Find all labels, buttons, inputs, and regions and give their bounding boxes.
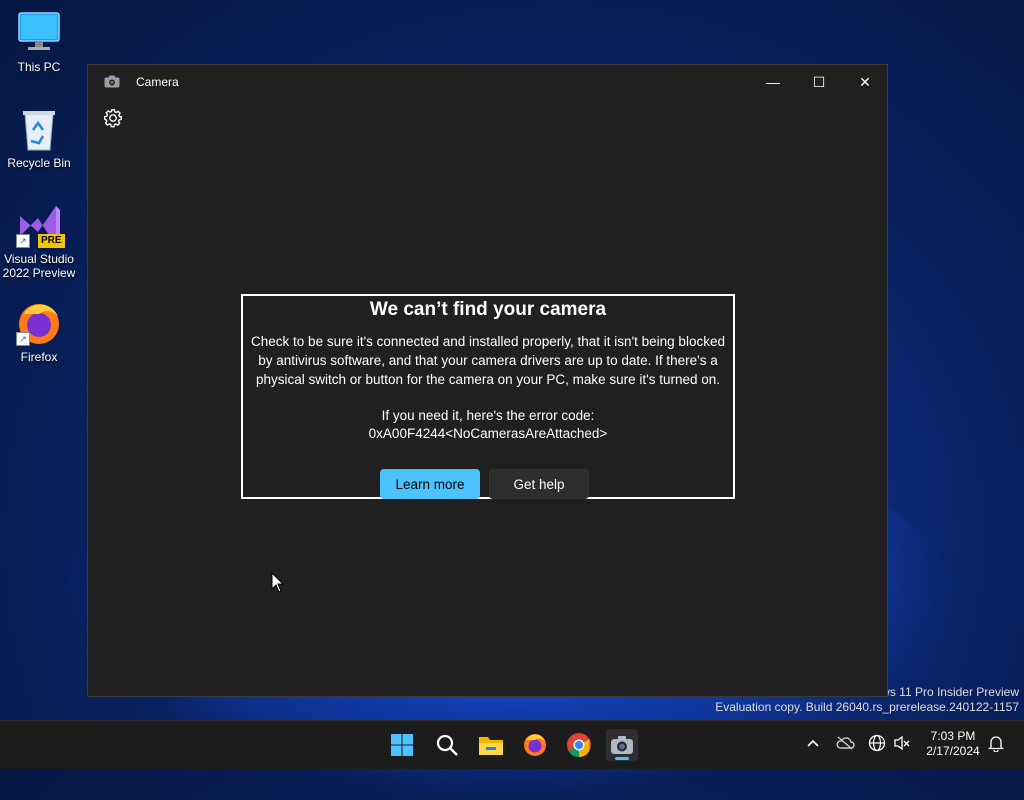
notification-bell-icon[interactable] xyxy=(986,733,1006,753)
desktop-icon-label: 2022 Preview xyxy=(2,266,76,280)
close-button[interactable]: ✕ xyxy=(842,65,888,99)
learn-more-button[interactable]: Learn more xyxy=(380,469,480,499)
show-hidden-icons-chevron-icon[interactable] xyxy=(803,733,823,753)
camera-error-dialog: We can’t find your camera Check to be su… xyxy=(241,294,735,499)
clock-date: 2/17/2024 xyxy=(926,744,980,758)
firefox-icon: ↗ xyxy=(16,300,62,346)
taskbar: 7:03 PM 2/17/2024 xyxy=(0,720,1024,769)
visual-studio-icon: PRE ↗ xyxy=(16,202,65,248)
error-code: 0xA00F4244<NoCamerasAreAttached> xyxy=(368,426,608,441)
recycle-bin-icon xyxy=(16,106,62,152)
camera-app-icon xyxy=(104,75,120,88)
dialog-message-line: Check to be sure it's connected and inst… xyxy=(251,334,725,349)
search-icon[interactable] xyxy=(431,729,463,761)
watermark-line: Evaluation copy. Build 26040.rs_prerelea… xyxy=(715,700,1019,714)
active-app-indicator xyxy=(615,757,629,760)
dialog-message-line: by antivirus software, and that your cam… xyxy=(258,353,718,368)
dialog-message-line: physical switch or button for the camera… xyxy=(255,372,721,387)
desktop-icon-firefox[interactable]: ↗ Firefox xyxy=(0,300,79,364)
camera-window: Camera — ☐ ✕ We can’t find your camera C… xyxy=(87,64,888,697)
clock-time: 7:03 PM xyxy=(930,729,976,743)
volume-muted-icon[interactable] xyxy=(892,733,912,753)
title-bar[interactable]: Camera — ☐ ✕ xyxy=(88,65,887,99)
pre-badge: PRE xyxy=(38,234,65,248)
error-code-block: If you need it, here's the error code: 0… xyxy=(243,407,733,443)
start-icon[interactable] xyxy=(386,729,418,761)
shortcut-arrow-icon: ↗ xyxy=(16,234,30,248)
dialog-title: We can’t find your camera xyxy=(369,299,607,320)
network-globe-icon[interactable] xyxy=(867,733,887,753)
dialog-message: Check to be sure it's connected and inst… xyxy=(243,332,733,389)
desktop-icon-label: Recycle Bin xyxy=(7,156,71,170)
window-title: Camera xyxy=(136,75,179,89)
system-clock[interactable]: 7:03 PM 2/17/2024 xyxy=(918,729,988,759)
settings-gear-icon[interactable] xyxy=(102,107,124,129)
monitor-icon xyxy=(16,10,62,56)
camera-taskbar-icon[interactable] xyxy=(606,729,638,761)
onedrive-icon[interactable] xyxy=(835,733,855,753)
desktop-icon-this-pc[interactable]: This PC xyxy=(0,10,79,74)
firefox-taskbar-icon[interactable] xyxy=(519,729,551,761)
maximize-button[interactable]: ☐ xyxy=(796,65,842,99)
chrome-icon[interactable] xyxy=(563,729,595,761)
desktop-icon-visual-studio[interactable]: PRE ↗ Visual Studio 2022 Preview xyxy=(0,202,79,280)
get-help-button[interactable]: Get help xyxy=(489,469,589,499)
desktop-icon-label: Visual Studio xyxy=(4,252,74,266)
desktop-icon-label: This PC xyxy=(17,60,61,74)
shortcut-arrow-icon: ↗ xyxy=(16,332,30,346)
mouse-cursor-icon xyxy=(271,571,285,599)
error-code-intro: If you need it, here's the error code: xyxy=(381,408,595,423)
desktop-icon-label: Firefox xyxy=(20,350,58,364)
minimize-button[interactable]: — xyxy=(750,65,796,99)
file-explorer-icon[interactable] xyxy=(475,729,507,761)
desktop-icon-recycle-bin[interactable]: Recycle Bin xyxy=(0,106,79,170)
